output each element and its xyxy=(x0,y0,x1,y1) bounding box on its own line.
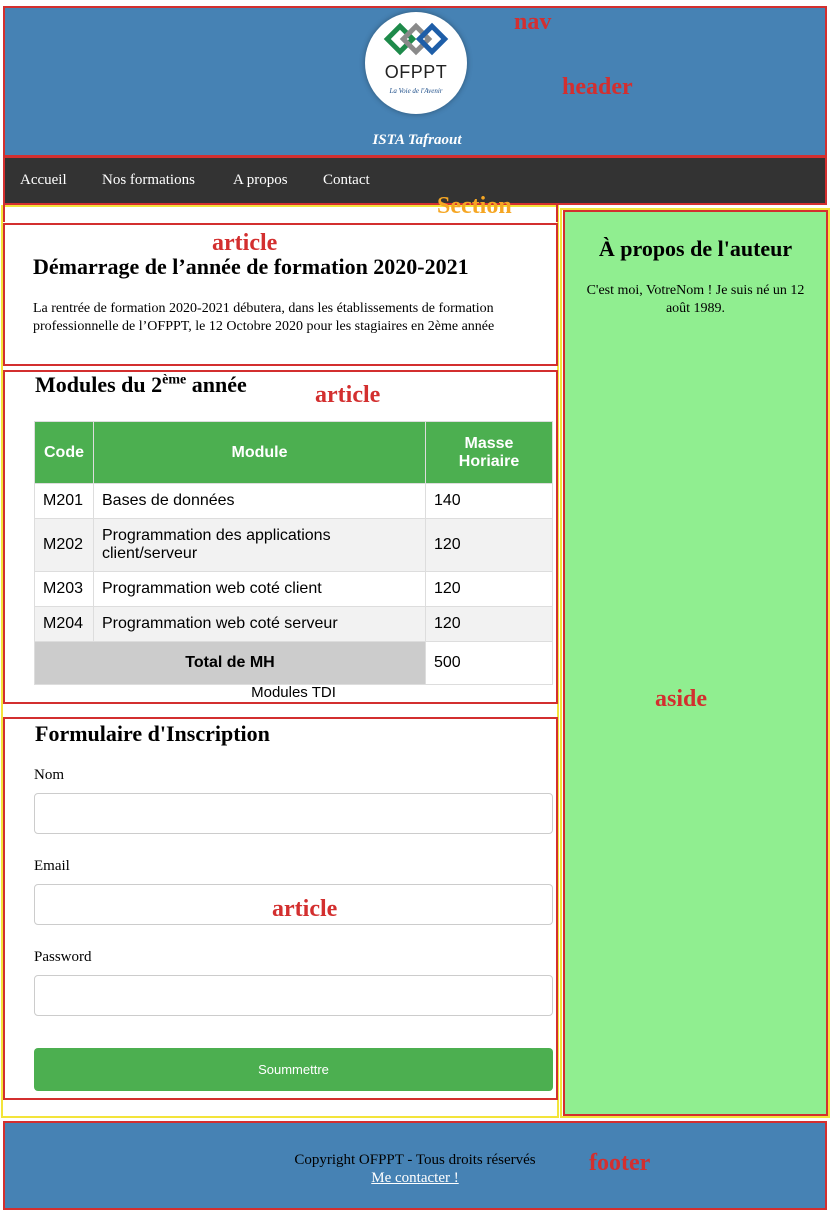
logo-slogan: La Voie de l'Avenir xyxy=(389,87,443,95)
form-title: Formulaire d'Inscription xyxy=(35,721,270,746)
cell-masse: 120 xyxy=(425,518,553,572)
table-header-row: Code Module Masse Horiaire xyxy=(34,421,553,484)
nav-link-accueil[interactable]: Accueil xyxy=(20,172,67,189)
footer-contact-link[interactable]: Me contacter ! xyxy=(5,1170,825,1187)
aside-text: C'est moi, VotreNom ! Je suis né un 12 a… xyxy=(586,283,805,316)
ofppt-logo: OFPPT La Voie de l'Avenir xyxy=(365,12,467,114)
cell-masse: 140 xyxy=(425,483,553,519)
modules-table: Code Module Masse Horiaire M201 Bases de… xyxy=(34,421,553,685)
table-caption: Modules TDI xyxy=(251,684,336,701)
header-subtitle: ISTA Tafraout xyxy=(372,132,462,148)
page-footer: Copyright OFPPT - Tous droits réservés M… xyxy=(3,1121,827,1210)
col-header-masse: Masse Horiaire xyxy=(425,421,553,484)
article-annotation-2: article xyxy=(315,382,381,408)
article-news xyxy=(3,223,558,366)
title-suffix: année xyxy=(186,372,247,397)
col-header-code: Code xyxy=(34,421,94,484)
aside-panel: À propos de l'auteur C'est moi, VotreNom… xyxy=(563,210,828,1116)
page-header: OFPPT La Voie de l'Avenir ISTA Tafraout xyxy=(3,6,827,157)
main-nav: Accueil Nos formations A propos Contact xyxy=(3,156,827,205)
col-header-module: Module xyxy=(93,421,426,484)
submit-button[interactable]: Soummettre xyxy=(34,1048,553,1091)
total-value: 500 xyxy=(425,641,553,685)
nav-link-a-propos[interactable]: A propos xyxy=(233,172,288,189)
logo-text: OFPPT xyxy=(384,62,448,82)
cell-masse: 120 xyxy=(425,571,553,607)
password-label: Password xyxy=(34,949,92,965)
total-label: Total de MH xyxy=(34,641,426,685)
cell-code: M201 xyxy=(34,483,94,519)
nav-link-contact[interactable]: Contact xyxy=(323,172,370,189)
section-annotation: Section xyxy=(437,193,512,219)
table-total-row: Total de MH 500 xyxy=(34,641,553,685)
cell-code: M203 xyxy=(34,571,94,607)
article-annotation-3: article xyxy=(272,896,338,922)
cell-module: Bases de données xyxy=(93,483,426,519)
article-modules-title: Modules du 2ème année xyxy=(35,372,247,398)
table-row: M201 Bases de données 140 xyxy=(34,483,553,519)
password-input[interactable] xyxy=(34,975,553,1016)
aside-annotation: aside xyxy=(655,686,708,712)
email-label: Email xyxy=(34,858,70,874)
footer-annotation: footer xyxy=(589,1150,651,1176)
cell-code: M204 xyxy=(34,606,94,642)
article-annotation-1: article xyxy=(212,230,278,256)
title-sup: ème xyxy=(162,372,187,388)
nom-input[interactable] xyxy=(34,793,553,834)
nav-annotation: nav xyxy=(514,9,552,35)
cell-module: Programmation web coté client xyxy=(93,571,426,607)
article-news-text: La rentrée de formation 2020-2021 débute… xyxy=(33,301,495,334)
nav-link-nos-formations[interactable]: Nos formations xyxy=(102,172,195,189)
footer-copyright: Copyright OFPPT - Tous droits réservés xyxy=(294,1152,536,1168)
nom-label: Nom xyxy=(34,767,64,783)
article-news-title: Démarrage de l’année de formation 2020-2… xyxy=(33,254,469,279)
cell-code: M202 xyxy=(34,518,94,572)
table-row: M203 Programmation web coté client 120 xyxy=(34,571,553,607)
header-annotation: header xyxy=(562,74,633,100)
cell-module: Programmation des applications client/se… xyxy=(93,518,426,572)
table-row: M204 Programmation web coté serveur 120 xyxy=(34,606,553,642)
title-prefix: Modules du 2 xyxy=(35,372,163,397)
cell-masse: 120 xyxy=(425,606,553,642)
table-row: M202 Programmation des applications clie… xyxy=(34,518,553,572)
cell-module: Programmation web coté serveur xyxy=(93,606,426,642)
aside-title: À propos de l'auteur xyxy=(598,236,793,261)
